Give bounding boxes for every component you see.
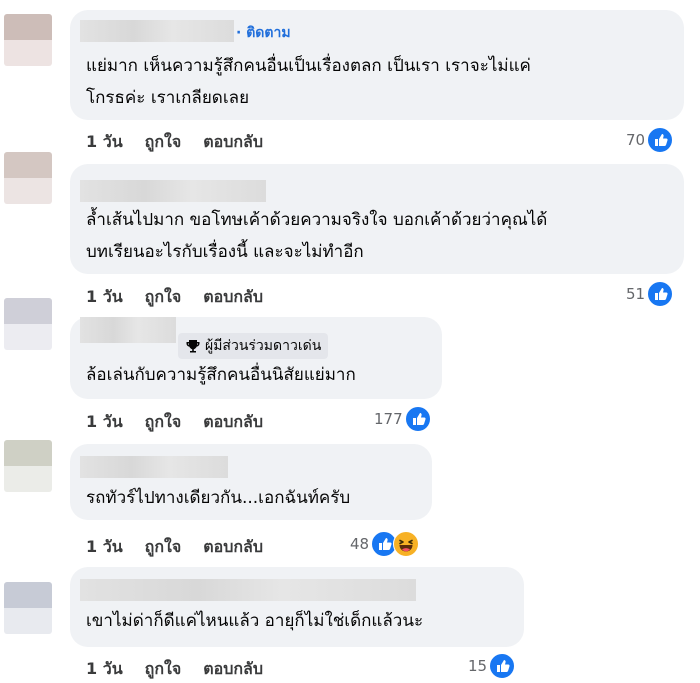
avatar[interactable] — [4, 440, 52, 492]
trophy-icon — [186, 340, 200, 353]
reply-button[interactable]: ตอบกลับ — [203, 657, 263, 682]
like-button[interactable]: ถูกใจ — [145, 410, 182, 435]
avatar[interactable] — [4, 298, 52, 350]
commenter-name-redacted[interactable] — [80, 20, 234, 42]
comment-text-line: ล้ำเส้นไปมาก ขอโทษเค้าด้วยความจริงใจ บอก… — [86, 210, 548, 230]
commenter-name-redacted[interactable] — [80, 317, 176, 343]
comment-actions: 1 วัน ถูกใจ ตอบกลับ — [86, 657, 285, 682]
like-icon — [404, 406, 431, 432]
comment-text: รถทัวร์ไปทางเดียวกัน...เอกฉันท์ครับ — [86, 482, 418, 514]
haha-icon — [393, 531, 420, 557]
reaction-summary[interactable]: 70 — [626, 127, 674, 153]
comment-text-line: เขาไม่ด่าก็ดีแค่ไหนแล้ว อายุก็ไม่ใช่เด็ก… — [86, 611, 424, 631]
like-button[interactable]: ถูกใจ — [145, 657, 182, 682]
like-button[interactable]: ถูกใจ — [145, 285, 182, 310]
reaction-summary[interactable]: 48 — [350, 531, 420, 557]
reaction-summary[interactable]: 51 — [626, 281, 674, 307]
like-icon — [647, 127, 674, 153]
comment-text-line: ล้อเล่นกับความรู้สึกคนอื่นนิสัยแย่มาก — [86, 365, 356, 385]
reaction-count: 177 — [374, 410, 403, 428]
comment-text: แย่มาก เห็นความรู้สึกคนอื่นเป็นเรื่องตลก… — [86, 50, 670, 114]
comment-text: เขาไม่ด่าก็ดีแค่ไหนแล้ว อายุก็ไม่ใช่เด็ก… — [86, 605, 510, 637]
reaction-count: 15 — [468, 657, 488, 675]
avatar[interactable] — [4, 14, 52, 66]
commenter-name-redacted[interactable] — [80, 456, 228, 478]
comment-text: ล้ำเส้นไปมาก ขอโทษเค้าด้วยความจริงใจ บอก… — [86, 204, 670, 268]
avatar[interactable] — [4, 152, 52, 204]
timestamp[interactable]: 1 วัน — [86, 535, 123, 560]
comment-bubble: ผู้มีส่วนร่วมดาวเด่น ล้อเล่นกับความรู้สึ… — [70, 317, 442, 399]
reply-button[interactable]: ตอบกลับ — [203, 130, 263, 155]
top-fan-badge[interactable]: ผู้มีส่วนร่วมดาวเด่น — [178, 333, 329, 359]
comment-bubble: ล้ำเส้นไปมาก ขอโทษเค้าด้วยความจริงใจ บอก… — [70, 164, 684, 274]
like-button[interactable]: ถูกใจ — [145, 130, 182, 155]
reply-button[interactable]: ตอบกลับ — [203, 535, 263, 560]
reaction-count: 51 — [626, 285, 646, 303]
reaction-summary[interactable]: 15 — [468, 653, 516, 679]
comment-text-line: แย่มาก เห็นความรู้สึกคนอื่นเป็นเรื่องตลก… — [86, 56, 531, 76]
timestamp[interactable]: 1 วัน — [86, 285, 123, 310]
reaction-count: 48 — [350, 535, 370, 553]
badge-label: ผู้มีส่วนร่วมดาวเด่น — [205, 338, 322, 354]
comment-text-line: รถทัวร์ไปทางเดียวกัน...เอกฉันท์ครับ — [86, 488, 351, 508]
comment-text: ล้อเล่นกับความรู้สึกคนอื่นนิสัยแย่มาก — [86, 359, 428, 391]
comment-bubble: รถทัวร์ไปทางเดียวกัน...เอกฉันท์ครับ — [70, 444, 432, 520]
comment-actions: 1 วัน ถูกใจ ตอบกลับ — [86, 410, 285, 435]
reaction-summary[interactable]: 177 — [374, 406, 431, 432]
timestamp[interactable]: 1 วัน — [86, 410, 123, 435]
like-icon — [647, 281, 674, 307]
comment-actions: 1 วัน ถูกใจ ตอบกลับ — [86, 535, 285, 560]
reaction-count: 70 — [626, 131, 646, 149]
follow-link[interactable]: · ติดตาม — [236, 22, 291, 44]
reply-button[interactable]: ตอบกลับ — [203, 285, 263, 310]
comment-bubble: · ติดตาม แย่มาก เห็นความรู้สึกคนอื่นเป็น… — [70, 10, 684, 120]
comment-text-line: บทเรียนอะไรกับเรื่องนี้ และจะไม่ทำอีก — [86, 242, 364, 262]
reply-button[interactable]: ตอบกลับ — [203, 410, 263, 435]
like-button[interactable]: ถูกใจ — [145, 535, 182, 560]
avatar[interactable] — [4, 582, 52, 634]
timestamp[interactable]: 1 วัน — [86, 130, 123, 155]
commenter-name-redacted[interactable] — [80, 579, 416, 601]
commenter-name-redacted[interactable] — [80, 180, 266, 202]
like-icon — [489, 653, 516, 679]
comment-text-line: โกรธค่ะ เราเกลียดเลย — [86, 88, 250, 108]
comment-actions: 1 วัน ถูกใจ ตอบกลับ — [86, 285, 285, 310]
comment-actions: 1 วัน ถูกใจ ตอบกลับ — [86, 130, 285, 155]
timestamp[interactable]: 1 วัน — [86, 657, 123, 682]
comment-bubble: เขาไม่ด่าก็ดีแค่ไหนแล้ว อายุก็ไม่ใช่เด็ก… — [70, 567, 524, 647]
